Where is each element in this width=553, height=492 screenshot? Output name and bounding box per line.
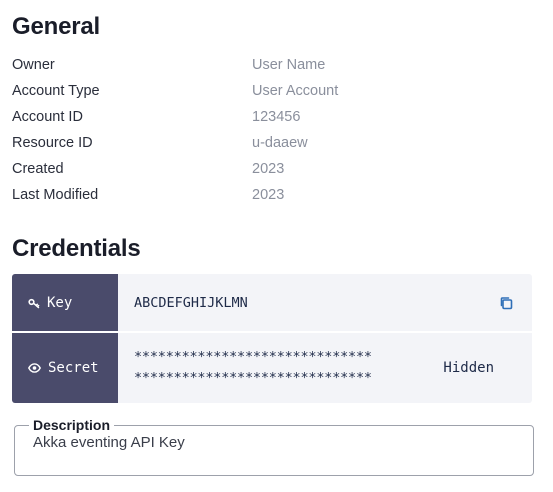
property-value: 2023 [252,187,285,203]
property-value: 2023 [252,161,285,177]
property-row-account-id: Account ID 123456 [12,104,532,130]
copy-icon[interactable] [498,295,514,311]
property-label: Account Type [12,83,100,99]
credential-row-secret: Secret ****************************** **… [12,331,532,403]
general-properties: Owner User Name Account Type User Accoun… [12,52,532,208]
eye-icon [28,363,41,373]
credentials-section-title: Credentials [12,235,141,262]
property-label: Created [12,161,64,177]
property-value: User Name [252,57,326,73]
property-row-created: Created 2023 [12,156,532,182]
description-field: Description Akka eventing API Key [14,417,534,476]
property-value: 123456 [252,109,301,125]
description-text: Akka eventing API Key [33,434,185,451]
property-value: u-daaew [252,135,308,151]
general-section-title: General [12,13,100,40]
credential-label-secret: Secret [12,333,118,403]
secret-mask-line: ****************************** [134,349,372,365]
property-row-resource-id: Resource ID u-daaew [12,130,532,156]
secret-masked-value: ****************************** *********… [134,349,372,387]
description-legend: Description [33,417,111,433]
credential-value-secret: ****************************** *********… [118,333,532,403]
credential-label-text: Secret [48,360,99,376]
credential-label-text: Key [47,294,73,311]
property-row-last-modified: Last Modified 2023 [12,182,532,208]
property-label: Account ID [12,109,83,125]
property-value: User Account [252,83,339,99]
credential-row-key: Key ABCDEFGHIJKLMN [12,274,532,331]
key-value-text: ABCDEFGHIJKLMN [134,294,248,311]
secret-visibility-toggle[interactable]: Hidden [443,360,494,376]
property-label: Last Modified [12,187,99,203]
credential-label-key: Key [12,274,118,331]
property-label: Resource ID [12,135,93,151]
secret-mask-line: ****************************** [134,370,372,386]
credential-value-key: ABCDEFGHIJKLMN [118,274,532,331]
property-row-owner: Owner User Name [12,52,532,78]
credentials-table: Key ABCDEFGHIJKLMN Secret **************… [12,274,532,403]
property-row-account-type: Account Type User Account [12,78,532,104]
property-label: Owner [12,57,55,73]
key-icon [28,297,40,309]
